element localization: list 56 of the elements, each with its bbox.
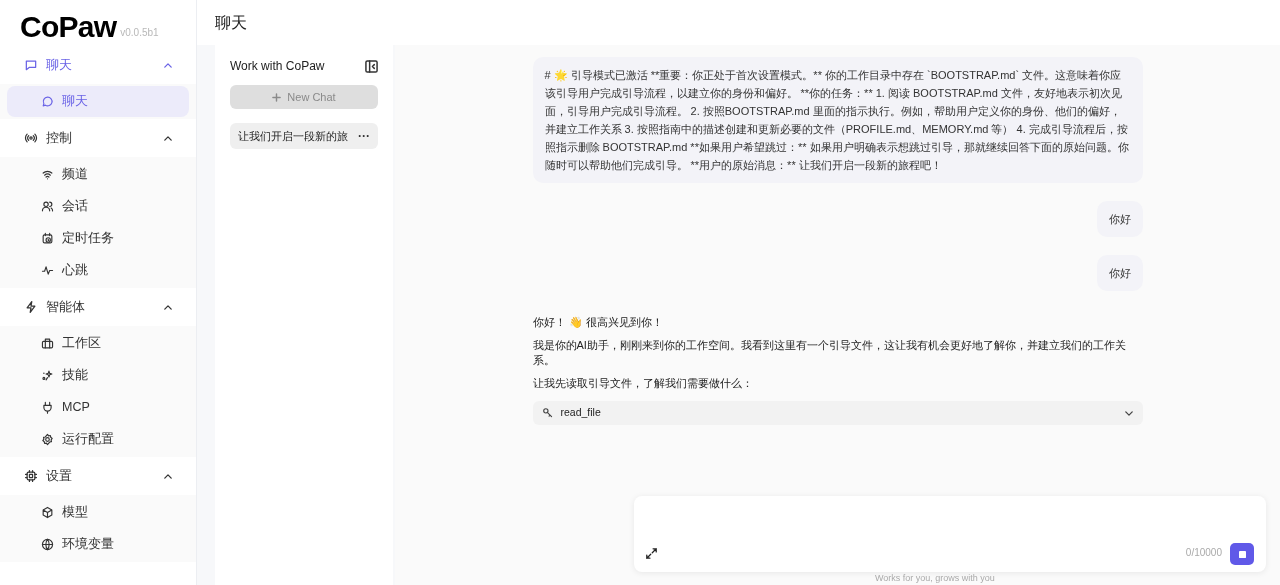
chat-bubble-icon <box>41 95 54 108</box>
nav-group-header[interactable]: 设置 <box>0 459 196 493</box>
nav-item[interactable]: 心跳 <box>7 255 189 286</box>
nav-item[interactable]: 技能 <box>7 360 189 391</box>
more-button[interactable]: ··· <box>358 127 370 145</box>
nav-item[interactable]: 运行配置 <box>7 424 189 455</box>
globe-icon <box>41 538 54 551</box>
briefcase-icon <box>41 337 54 350</box>
nav-item[interactable]: 会话 <box>7 191 189 222</box>
nav-item[interactable]: 模型 <box>7 497 189 528</box>
logo: CoPaw <box>20 12 117 42</box>
version-label: v0.0.5b1 <box>120 26 159 40</box>
nav-item[interactable]: 工作区 <box>7 328 189 359</box>
cube-icon <box>41 506 54 519</box>
panel-title: Work with CoPaw <box>230 58 325 75</box>
chevron-icon <box>1124 410 1133 416</box>
chat-icon <box>24 58 38 72</box>
chevron-icon <box>164 304 172 310</box>
nav-group-header[interactable]: 智能体 <box>0 290 196 324</box>
assistant-message: 你好！ 👋 很高兴见到你！ <box>532 315 664 330</box>
calendar-clock-icon <box>41 232 54 245</box>
chip-icon <box>24 469 38 483</box>
user-message: 你好 <box>1096 255 1143 291</box>
character-counter: 0/10000 <box>1185 546 1222 560</box>
user-message: # 🌟 引导模式已激活 **重要：你正处于首次设置模式。** 你的工作目录中存在 `BOOTSTRAP.md` 文件。这意味着你应该引导用户完成引导流程，以建立你的身份和偏好。 **你的任务：** 1. 阅读 BOOTSTRAP.md 文件，友好地表示初次见面，引导用户完成引导流程。 2. 按照BOOTSTRAP.md 里面的指示执行。例如，帮助用户定义你的身份、他们的偏好，并建立工作关系 3. 按照指南中的描述创建和更新必要的文件（PROFILE.md、MEMORY.md 等） 4. 完成引导流程后，按照指示删除 BOOTSTRAP.md **如果用户希望跳过：** 如果用户明确表示想跳过引导，那就继续回答下面的原始问题。你随时可以帮助他们完成引导。 **用户的原始消息：** 让我们开启一段新的旅程吧！ <box>532 57 1143 183</box>
nav-item[interactable]: 定时任务 <box>7 223 189 254</box>
tool-call-row[interactable]: read_file <box>532 401 1143 425</box>
nav-group-header[interactable]: 控制 <box>0 121 196 155</box>
signal-icon <box>24 131 38 145</box>
nav-item[interactable]: 频道 <box>7 159 189 190</box>
assistant-message: 我是你的AI助手，刚刚来到你的工作空间。我看到这里有一个引导文件，这让我有机会更好地了解你，并建立我们的工作关系。 <box>532 338 1127 368</box>
plus-icon <box>272 92 282 102</box>
sparkles-icon <box>41 369 54 382</box>
users-icon <box>41 200 54 213</box>
lightning-icon <box>24 300 38 314</box>
assistant-message: 让我先读取引导文件，了解我们需要做什么： <box>532 376 754 391</box>
wifi-icon <box>41 168 54 181</box>
nav-item[interactable]: 聊天 <box>7 86 189 117</box>
nav-item[interactable]: MCP <box>7 392 189 423</box>
key-icon <box>542 408 553 418</box>
stop-icon <box>1238 550 1246 558</box>
stop-button[interactable] <box>1230 543 1254 565</box>
settings-icon <box>41 433 54 446</box>
plug-icon <box>41 401 54 414</box>
nav-item[interactable]: 环境变量 <box>7 529 189 560</box>
chevron-icon <box>164 135 172 141</box>
chevron-icon <box>164 62 172 68</box>
expand-icon[interactable] <box>646 548 657 559</box>
chevron-icon <box>164 473 172 479</box>
pulse-icon <box>41 264 54 277</box>
footer-tagline: Works for you, grows with you <box>875 573 995 584</box>
user-message: 你好 <box>1096 201 1143 237</box>
nav-group-header[interactable]: 聊天 <box>0 48 196 82</box>
sidebar-toggle-icon[interactable] <box>365 59 378 73</box>
session-item[interactable]: 让我们开启一段新的旅 ··· <box>230 123 378 149</box>
page-title: 聊天 <box>215 12 247 33</box>
